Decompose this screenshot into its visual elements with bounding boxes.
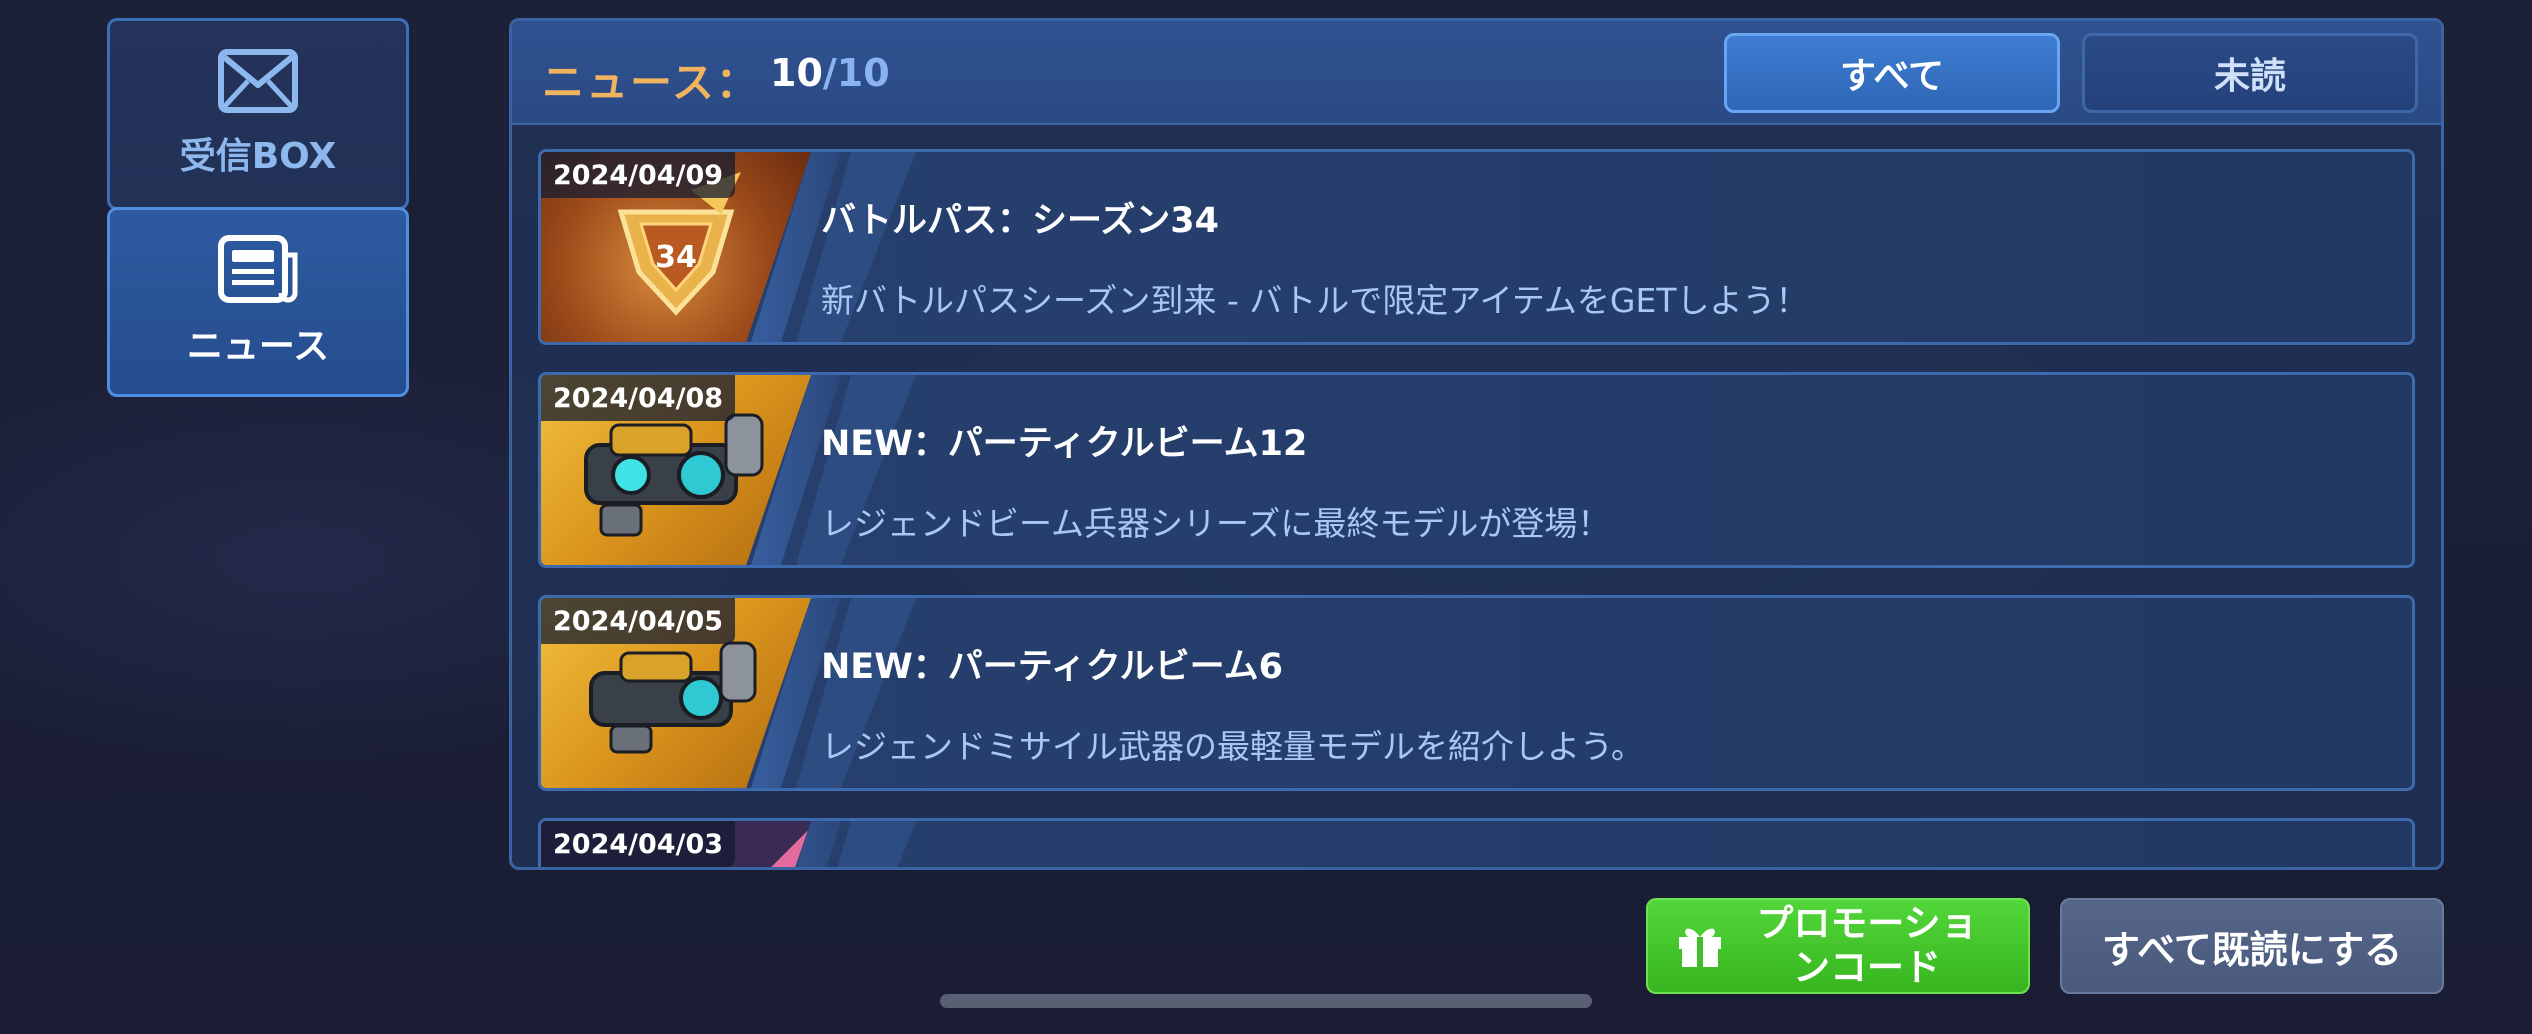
promo-code-label-line1: プロモーショ xyxy=(1756,902,1978,945)
page-title: ニュース： xyxy=(542,58,760,107)
mark-all-read-button[interactable]: すべて既読にする xyxy=(2060,898,2444,994)
news-item[interactable]: 2024/04/05 NEW：パーティクルビーム6 レジェンドミサイル武器の最軽… xyxy=(538,595,2415,791)
news-count: 10/10 xyxy=(770,51,890,95)
news-item[interactable]: 34 2024/04/09 バトルパス：シーズン34 新バトルパスシーズン到来 … xyxy=(538,149,2415,345)
news-description: レジェンドミサイル武器の最軽量モデルを紹介しよう。 xyxy=(821,727,1645,766)
sidebar-tab-inbox[interactable]: 受信BOX xyxy=(107,18,409,210)
sidebar-tab-inbox-label: 受信BOX xyxy=(179,136,337,177)
filter-unread-button[interactable]: 未読 xyxy=(2082,33,2418,113)
promo-code-button[interactable]: プロモーショ ンコード xyxy=(1646,898,2030,994)
news-title: バトルパス：シーズン34 xyxy=(821,201,1220,241)
news-description: レジェンドビーム兵器シリーズに最終モデルが登場！ xyxy=(821,504,1611,543)
news-date: 2024/04/05 xyxy=(541,598,736,644)
promo-code-label: プロモーショ ンコード xyxy=(1724,902,2028,990)
home-indicator[interactable] xyxy=(940,994,1592,1008)
envelope-icon xyxy=(218,49,298,113)
news-count-total: 10 xyxy=(836,51,890,95)
news-item[interactable]: 2024/04/03 xyxy=(538,818,2415,867)
news-item[interactable]: 2024/04/08 NEW：パーティクルビーム12 レジェンドビーム兵器シリー… xyxy=(538,372,2415,568)
news-title: NEW：パーティクルビーム6 xyxy=(821,647,1283,687)
news-description: 新バトルパスシーズン到来 - バトルで限定アイテムをGETしよう！ xyxy=(821,281,1809,320)
news-title: NEW：パーティクルビーム12 xyxy=(821,424,1308,464)
news-date: 2024/04/09 xyxy=(541,152,736,198)
news-count-separator: / xyxy=(822,51,837,95)
promo-code-label-line2: ンコード xyxy=(1793,946,1941,989)
thumb-badge-text: 34 xyxy=(655,240,697,275)
gift-icon xyxy=(1676,919,1724,973)
news-panel-header: ニュース： 10/10 すべて 未読 xyxy=(512,21,2441,125)
sidebar-tab-news[interactable]: ニュース xyxy=(107,207,409,397)
news-date: 2024/04/08 xyxy=(541,375,736,421)
news-list[interactable]: 34 2024/04/09 バトルパス：シーズン34 新バトルパスシーズン到来 … xyxy=(538,149,2415,867)
news-date: 2024/04/03 xyxy=(541,821,736,867)
news-panel: ニュース： 10/10 すべて 未読 34 2024/04/09 バトルパス：シ… xyxy=(509,18,2444,870)
sidebar-tab-news-label: ニュース xyxy=(186,326,330,367)
news-count-current: 10 xyxy=(770,51,823,95)
newspaper-icon xyxy=(218,235,298,303)
filter-all-button[interactable]: すべて xyxy=(1724,33,2060,113)
